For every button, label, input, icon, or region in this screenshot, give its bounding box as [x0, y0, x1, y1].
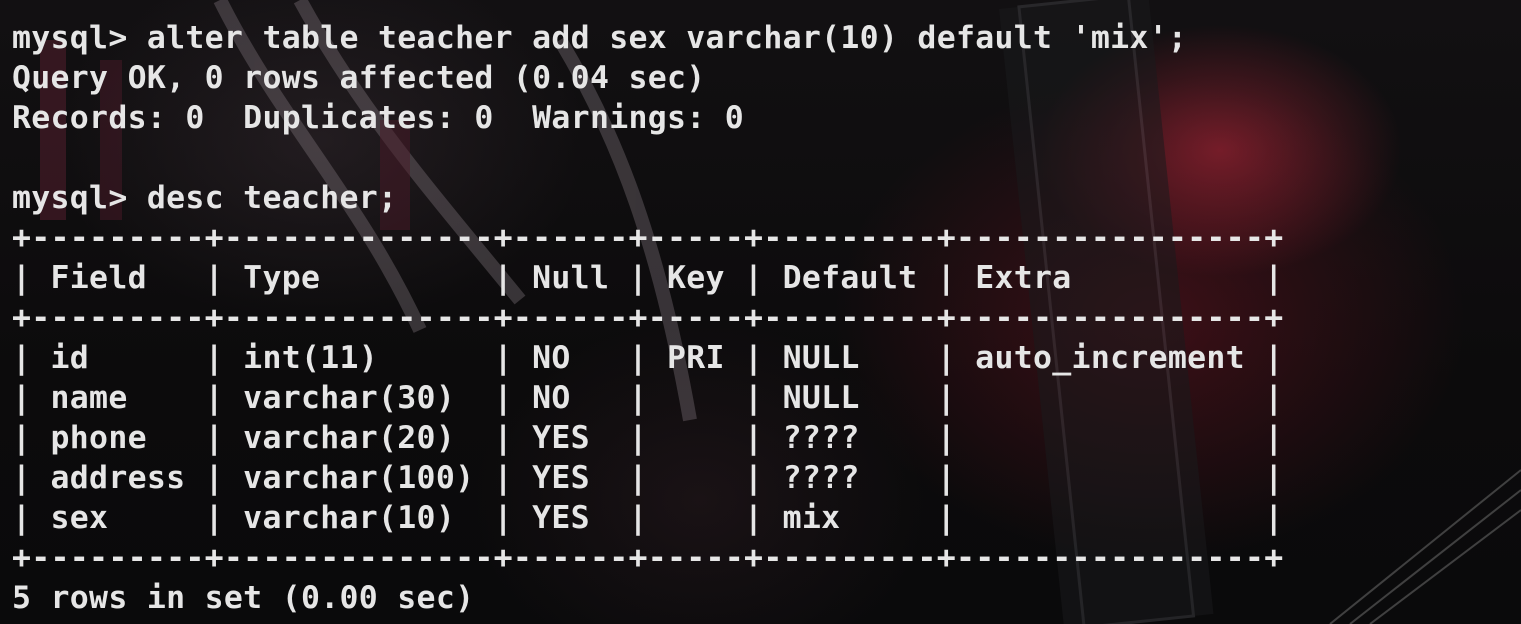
table-border: +---------+--------------+------+-----+-…: [12, 220, 1284, 256]
command-line: mysql> desc teacher;: [12, 180, 398, 216]
output-line: Query OK, 0 rows affected (0.04 sec): [12, 60, 706, 96]
terminal-window[interactable]: mysql> alter table teacher add sex varch…: [0, 0, 1521, 624]
command-line: mysql> alter table teacher add sex varch…: [12, 20, 1188, 56]
table-row: | address | varchar(100) | YES | | ???? …: [12, 460, 1284, 496]
table-row: | sex | varchar(10) | YES | | mix | |: [12, 500, 1284, 536]
table-border: +---------+--------------+------+-----+-…: [12, 300, 1284, 336]
output-line: Records: 0 Duplicates: 0 Warnings: 0: [12, 100, 745, 136]
table-header-row: | Field | Type | Null | Key | Default | …: [12, 260, 1284, 296]
table-row: | id | int(11) | NO | PRI | NULL | auto_…: [12, 340, 1284, 376]
table-row: | name | varchar(30) | NO | | NULL | |: [12, 380, 1284, 416]
result-summary-line: 5 rows in set (0.00 sec): [12, 580, 475, 616]
table-row: | phone | varchar(20) | YES | | ???? | |: [12, 420, 1284, 456]
table-border: +---------+--------------+------+-----+-…: [12, 540, 1284, 576]
terminal-output: mysql> alter table teacher add sex varch…: [12, 18, 1283, 618]
